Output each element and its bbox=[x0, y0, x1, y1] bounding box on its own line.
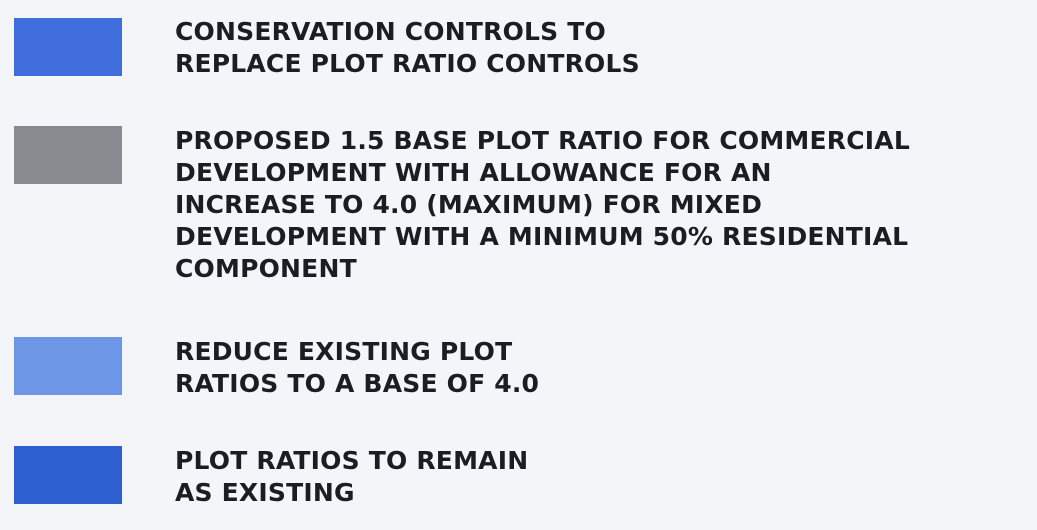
legend-label-reduce: REDUCE EXISTING PLOT RATIOS TO A BASE OF… bbox=[175, 337, 540, 398]
legend-swatch-conservation bbox=[14, 18, 122, 76]
legend-label-proposed: PROPOSED 1.5 BASE PLOT RATIO FOR COMMERC… bbox=[175, 126, 910, 283]
legend-swatch-proposed bbox=[14, 126, 122, 184]
legend-swatch-remain bbox=[14, 446, 122, 504]
legend-label-conservation: CONSERVATION CONTROLS TO REPLACE PLOT RA… bbox=[175, 17, 640, 78]
plot-ratio-legend: CONSERVATION CONTROLS TO REPLACE PLOT RA… bbox=[0, 0, 1037, 530]
legend-label-remain: PLOT RATIOS TO REMAIN AS EXISTING bbox=[175, 446, 529, 507]
legend-swatch-reduce bbox=[14, 337, 122, 395]
